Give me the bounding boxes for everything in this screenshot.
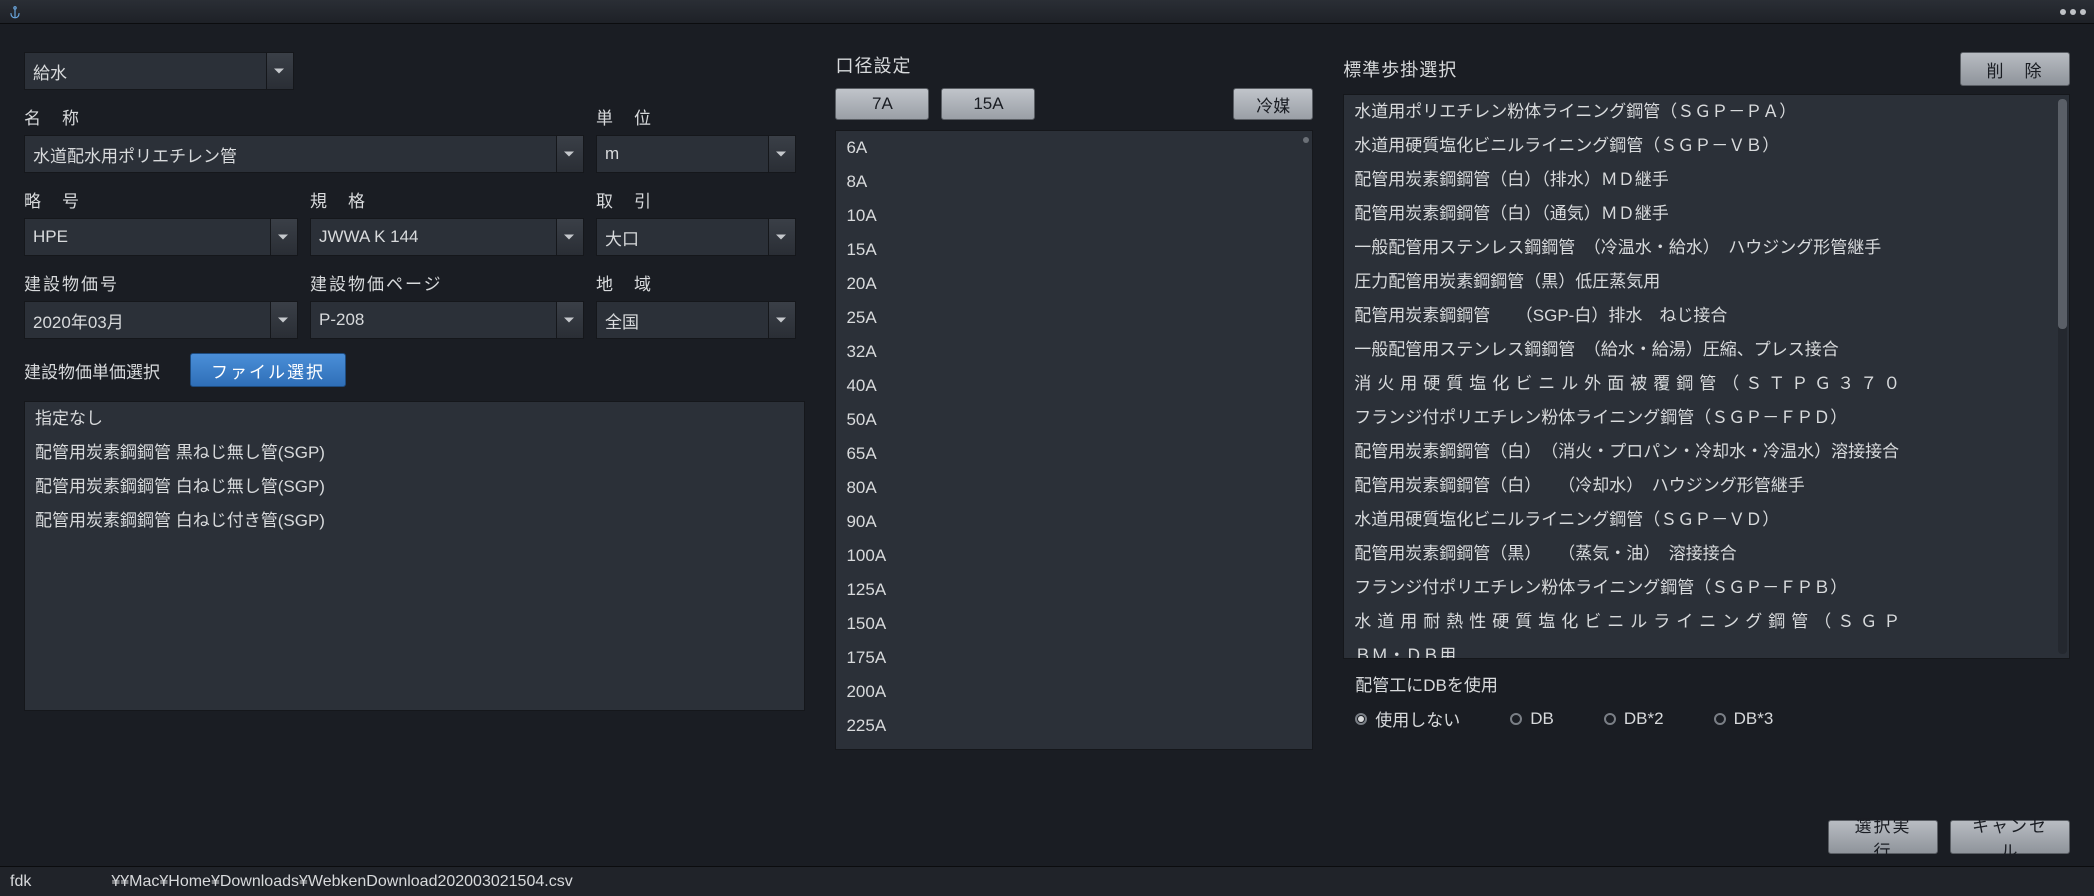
list-item[interactable]: 175A — [836, 641, 1312, 675]
list-item[interactable]: 200A — [836, 675, 1312, 709]
footer-path: ¥¥Mac¥Home¥Downloads¥WebkenDownload20200… — [111, 873, 572, 891]
diameter-list[interactable]: 6A8A10A15A20A25A32A40A50A65A80A90A100A12… — [835, 130, 1313, 750]
list-item[interactable]: 100A — [836, 539, 1312, 573]
footer-left: fdk — [10, 873, 31, 891]
list-item[interactable]: 25A — [836, 301, 1312, 335]
unit-label: 単 位 — [596, 104, 796, 129]
unit-select[interactable]: m — [596, 135, 796, 173]
list-item[interactable]: 配管用炭素鋼鋼管（白） （消火・プロパン・冷却水・冷温水）溶接接合 — [1344, 435, 2069, 469]
list-item[interactable]: 一般配管用ステンレス鋼鋼管 （給水・給湯）圧縮、プレス接合 — [1344, 333, 2069, 367]
price-issue-select[interactable]: 2020年03月 — [24, 301, 298, 339]
radio-none[interactable]: 使用しない — [1355, 706, 1460, 731]
list-item[interactable]: 水道用耐熱性硬質塩化ビニルライニング鋼管（ＳＧＰ — [1344, 605, 2069, 639]
list-item[interactable]: 配管用炭素鋼鋼管 白ねじ無し管(SGP) — [25, 470, 804, 504]
list-item[interactable]: 水道用硬質塩化ビニルライニング鋼管（ＳＧＰ－ＶＢ） — [1344, 129, 2069, 163]
list-item[interactable]: 15A — [836, 233, 1312, 267]
list-item[interactable]: 125A — [836, 573, 1312, 607]
file-select-button[interactable]: ファイル選択 — [190, 353, 346, 387]
unit-value: m — [605, 144, 619, 164]
category-select[interactable]: 給水 — [24, 52, 294, 90]
spec-label: 規 格 — [310, 187, 584, 212]
list-item[interactable]: 250A — [836, 743, 1312, 750]
scrollbar-thumb[interactable] — [2058, 99, 2067, 329]
radio-dot-icon — [1604, 713, 1616, 725]
trade-select[interactable]: 大口 — [596, 218, 796, 256]
radio-db3[interactable]: DB*3 — [1714, 709, 1774, 729]
list-item[interactable]: 水道用ポリエチレン粉体ライニング鋼管（ＳＧＰ－ＰＡ） — [1344, 95, 2069, 129]
pill-15a[interactable]: 15A — [941, 88, 1035, 120]
list-item[interactable]: 消火用硬質塩化ビニル外面被覆鋼管（ＳＴＰＧ３７０ — [1344, 367, 2069, 401]
price-issue-value: 2020年03月 — [33, 308, 124, 333]
titlebar — [0, 0, 2094, 24]
list-item[interactable]: 80A — [836, 471, 1312, 505]
spec-select[interactable]: JWWA K 144 — [310, 218, 584, 256]
list-item[interactable]: 一般配管用ステンレス鋼鋼管 （冷温水・給水） ハウジング形管継手 — [1344, 231, 2069, 265]
list-item[interactable]: 圧力配管用炭素鋼鋼管（黒）低圧蒸気用 — [1344, 265, 2069, 299]
list-item[interactable]: 8A — [836, 165, 1312, 199]
price-page-value: P-208 — [319, 310, 364, 330]
price-select-label: 建設物価単価選択 — [24, 358, 160, 383]
spec-value: JWWA K 144 — [319, 227, 419, 247]
abbr-value: HPE — [33, 227, 68, 247]
list-item[interactable]: 10A — [836, 199, 1312, 233]
list-item[interactable]: フランジ付ポリエチレン粉体ライニング鋼管（ＳＧＰ－ＦＰＢ） — [1344, 571, 2069, 605]
pill-refrigerant[interactable]: 冷媒 — [1233, 88, 1313, 120]
standard-title: 標準歩掛選択 — [1343, 56, 1457, 82]
app-icon — [8, 5, 22, 19]
price-options-list[interactable]: 指定なし配管用炭素鋼鋼管 黒ねじ無し管(SGP)配管用炭素鋼鋼管 白ねじ無し管(… — [24, 401, 805, 711]
trade-label: 取 引 — [596, 187, 796, 212]
name-label: 名 称 — [24, 104, 584, 129]
list-item[interactable]: ＢＭ・ＤＢ用 — [1344, 639, 2069, 658]
radio-dot-icon — [1510, 713, 1522, 725]
abbr-label: 略 号 — [24, 187, 298, 212]
list-item[interactable]: 20A — [836, 267, 1312, 301]
list-item[interactable]: 225A — [836, 709, 1312, 743]
list-item[interactable]: フランジ付ポリエチレン粉体ライニング鋼管（ＳＧＰ－ＦＰＤ） — [1344, 401, 2069, 435]
list-item[interactable]: 40A — [836, 369, 1312, 403]
price-issue-label: 建設物価号 — [24, 270, 298, 295]
name-select[interactable]: 水道配水用ポリエチレン管 — [24, 135, 584, 173]
region-select[interactable]: 全国 — [596, 301, 796, 339]
list-item[interactable]: 90A — [836, 505, 1312, 539]
window-controls[interactable] — [2060, 9, 2086, 15]
category-value: 給水 — [33, 59, 67, 84]
list-item[interactable]: 配管用炭素鋼鋼管 白ねじ付き管(SGP) — [25, 504, 804, 538]
execute-button[interactable]: 選択実行 — [1828, 820, 1938, 854]
list-item[interactable]: 配管用炭素鋼鋼管 黒ねじ無し管(SGP) — [25, 436, 804, 470]
trade-value: 大口 — [605, 225, 639, 250]
list-item[interactable]: 50A — [836, 403, 1312, 437]
abbr-select[interactable]: HPE — [24, 218, 298, 256]
list-item[interactable]: 配管用炭素鋼鋼管（白）（排水）ＭＤ継手 — [1344, 163, 2069, 197]
status-bar: fdk ¥¥Mac¥Home¥Downloads¥WebkenDownload2… — [0, 866, 2094, 896]
list-item[interactable]: 32A — [836, 335, 1312, 369]
price-page-select[interactable]: P-208 — [310, 301, 584, 339]
list-item[interactable]: 6A — [836, 131, 1312, 165]
list-item[interactable]: 65A — [836, 437, 1312, 471]
radio-dot-icon — [1714, 713, 1726, 725]
delete-button[interactable]: 削 除 — [1960, 52, 2070, 86]
radio-db[interactable]: DB — [1510, 709, 1554, 729]
region-label: 地 域 — [596, 270, 796, 295]
region-value: 全国 — [605, 308, 639, 333]
list-item[interactable]: 配管用炭素鋼鋼管 （SGP-白）排水 ねじ接合 — [1344, 299, 2069, 333]
price-page-label: 建設物価ページ — [310, 270, 584, 295]
diameter-title: 口径設定 — [835, 52, 1313, 78]
list-item[interactable]: 指定なし — [25, 402, 804, 436]
pill-7a[interactable]: 7A — [835, 88, 929, 120]
radio-db2[interactable]: DB*2 — [1604, 709, 1664, 729]
standard-list[interactable]: 水道用ポリエチレン粉体ライニング鋼管（ＳＧＰ－ＰＡ）水道用硬質塩化ビニルライニン… — [1343, 94, 2070, 659]
name-value: 水道配水用ポリエチレン管 — [33, 142, 237, 167]
radio-dot-icon — [1355, 713, 1367, 725]
cancel-button[interactable]: キャンセル — [1950, 820, 2070, 854]
list-item[interactable]: 150A — [836, 607, 1312, 641]
list-item[interactable]: 配管用炭素鋼鋼管（黒） （蒸気・油） 溶接接合 — [1344, 537, 2069, 571]
list-item[interactable]: 配管用炭素鋼鋼管（白） （冷却水） ハウジング形管継手 — [1344, 469, 2069, 503]
list-item[interactable]: 配管用炭素鋼鋼管（白）（通気）ＭＤ継手 — [1344, 197, 2069, 231]
db-use-label: 配管工にDBを使用 — [1343, 667, 2070, 700]
list-item[interactable]: 水道用硬質塩化ビニルライニング鋼管（ＳＧＰ－ＶＤ） — [1344, 503, 2069, 537]
